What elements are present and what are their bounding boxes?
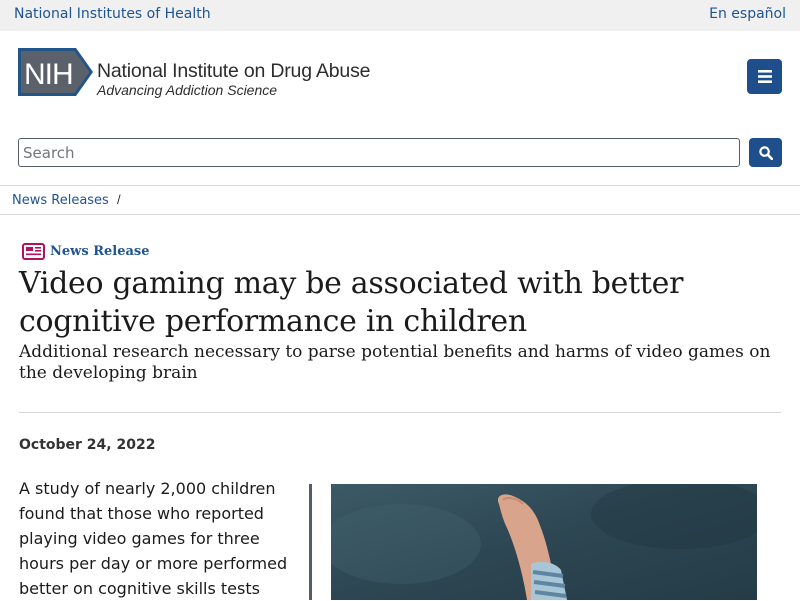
lead-divider: [309, 484, 312, 600]
nih-logo-badge: NIH: [18, 48, 93, 96]
newspaper-icon: [22, 243, 45, 260]
institute-name: National Institute on Drug Abuse: [97, 60, 371, 82]
article-photo: [331, 484, 757, 600]
kicker-label: News Release: [50, 244, 150, 259]
article-lead-paragraph: A study of nearly 2,000 children found t…: [19, 479, 288, 598]
utility-bar: National Institutes of Health En español: [0, 0, 800, 31]
article-subhead: Additional research necessary to parse p…: [19, 342, 771, 383]
breadcrumb-news-releases[interactable]: News Releases: [12, 193, 109, 208]
article-headline: Video gaming may be associated with bett…: [19, 266, 684, 339]
breadcrumb: News Releases /: [0, 185, 800, 215]
child-on-rug-photo: [331, 484, 757, 600]
search-icon: [758, 145, 773, 160]
svg-text:NIH: NIH: [24, 58, 73, 91]
nida-logo[interactable]: NIH National Institute on Drug Abuse Adv…: [18, 48, 408, 100]
institute-tagline: Advancing Addiction Science: [97, 82, 278, 98]
menu-button[interactable]: [747, 59, 782, 94]
nih-home-link[interactable]: National Institutes of Health: [14, 6, 211, 22]
divider: [19, 412, 781, 413]
search-button[interactable]: [749, 138, 782, 167]
search-input[interactable]: [18, 138, 740, 167]
breadcrumb-separator: /: [117, 192, 121, 207]
espanol-link[interactable]: En español: [709, 6, 786, 22]
article-date: October 24, 2022: [19, 437, 156, 453]
menu-icon: [757, 70, 772, 83]
